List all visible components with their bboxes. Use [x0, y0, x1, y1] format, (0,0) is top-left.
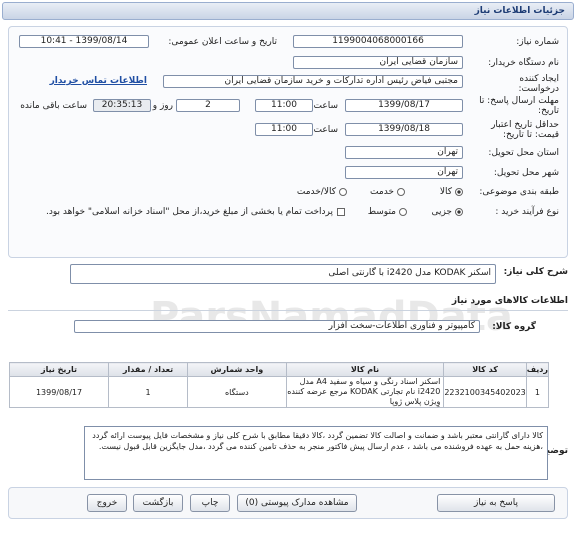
cell-unit: دستگاه [186, 376, 287, 408]
cell-need-date: 1399/08/17 [8, 376, 110, 408]
buyer-notes-field: کالا دارای گارانتی معتبر باشد و ضمانت و … [84, 426, 548, 480]
summary-field: اسکنر KODAK مدل i2420 با گارنتی اصلی [70, 264, 496, 284]
cell-quantity: 1 [108, 376, 188, 408]
view-attachments-button[interactable]: مشاهده مدارک پیوستی (0) [237, 494, 357, 512]
radio-selected-icon [455, 207, 463, 216]
page-title: جزئیات اطلاعات نیاز [474, 6, 565, 16]
print-button[interactable]: چاپ [190, 494, 230, 512]
column-header: تاریخ نیاز [8, 362, 110, 377]
city-label: شهر محل تحویل: [493, 168, 559, 178]
need-number-field: 1199004068000166 [293, 35, 463, 48]
action-bar: پاسخ به نیاز مشاهده مدارک پیوستی (0) چاپ… [8, 487, 568, 519]
remaining-time-field: 20:35:13 [93, 99, 151, 112]
reply-date-field: 1399/08/17 [345, 99, 463, 112]
table-row: 1 2232100345402023 اسکنر اسناد رنگی و سی… [8, 376, 550, 408]
province-label: استان محل تحویل: [488, 148, 559, 158]
contact-info-link[interactable]: اطلاعات تماس خریدار [50, 76, 147, 86]
column-header: کد کالا [443, 362, 527, 377]
radio-icon [339, 187, 347, 196]
goods-info-title: اطلاعات کالاهای مورد نیاز [451, 296, 568, 306]
creator-label: ایجاد کننده درخواست: [518, 74, 559, 94]
cell-goods-name: اسکنر اسناد رنگی و سیاه و سفید A4 مدل i2… [285, 376, 445, 408]
cell-goods-code: 2232100345402023 [443, 376, 527, 408]
validity-time-field: 11:00 [255, 123, 313, 136]
summary-label: شرح کلی نیاز: [503, 267, 568, 277]
process-option-minor[interactable]: جزیی [431, 207, 463, 217]
days-label: روز و [152, 101, 173, 111]
back-button[interactable]: بازگشت [133, 494, 183, 512]
treasury-payment-checkbox[interactable]: پرداخت تمام یا بخشی از مبلغ خرید،از محل … [46, 207, 345, 217]
divider [8, 310, 568, 311]
category-label: طبقه بندی موضوعی: [479, 187, 559, 197]
radio-selected-icon [455, 187, 463, 196]
category-option-goods[interactable]: کالا [440, 187, 463, 197]
request-details-panel: شماره نیاز: 1199004068000166 تاریخ و ساع… [8, 26, 568, 258]
days-field: 2 [176, 99, 240, 112]
process-label: نوع فرآیند خرید : [495, 207, 559, 217]
column-header: واحد شمارش [186, 362, 287, 377]
checkbox-icon [337, 207, 345, 216]
announce-label: تاریخ و ساعت اعلان عمومی: [168, 37, 277, 47]
process-option-medium[interactable]: متوسط [368, 207, 407, 217]
reply-deadline-label: مهلت ارسال پاسخ: تا تاریخ: [479, 96, 559, 116]
validity-label: حداقل تاریخ اعتبار قیمت: تا تاریخ: [491, 120, 559, 140]
buyer-org-field: سازمان قضایی ایران [293, 56, 463, 69]
radio-icon [397, 187, 405, 196]
city-field: تهران [345, 166, 463, 179]
need-number-label: شماره نیاز: [516, 37, 559, 47]
reply-time-label: ساعت [313, 101, 339, 111]
table-header-row: ردیف کد کالا نام کالا واحد شمارش تعداد /… [8, 362, 550, 377]
announce-field: 1399/08/14 - 10:41 [19, 35, 149, 48]
validity-time-label: ساعت [313, 125, 339, 135]
validity-date-field: 1399/08/18 [345, 123, 463, 136]
province-field: تهران [345, 146, 463, 159]
exit-button[interactable]: خروج [87, 494, 127, 512]
column-header: ردیف [525, 362, 550, 377]
buyer-org-label: نام دستگاه خریدار: [488, 58, 559, 68]
reply-button[interactable]: پاسخ به نیاز [437, 494, 555, 512]
cell-row-number: 1 [525, 376, 550, 408]
category-option-service[interactable]: خدمت [370, 187, 405, 197]
category-option-goods-service[interactable]: کالا/خدمت [297, 187, 347, 197]
goods-table: ردیف کد کالا نام کالا واحد شمارش تعداد /… [8, 362, 550, 408]
remaining-label: ساعت باقی مانده [20, 101, 87, 111]
creator-field: مجتبی فیاض رئیس اداره تدارکات و خرید ساز… [163, 75, 463, 88]
reply-time-field: 11:00 [255, 99, 313, 112]
goods-group-field: کامپیوتر و فناوری اطلاعات-سخت افزار [74, 320, 480, 333]
column-header: نام کالا [285, 362, 445, 377]
radio-icon [399, 207, 407, 216]
goods-group-label: گروه کالا: [492, 322, 536, 332]
page-header: جزئیات اطلاعات نیاز [2, 2, 574, 20]
column-header: تعداد / مقدار [108, 362, 188, 377]
